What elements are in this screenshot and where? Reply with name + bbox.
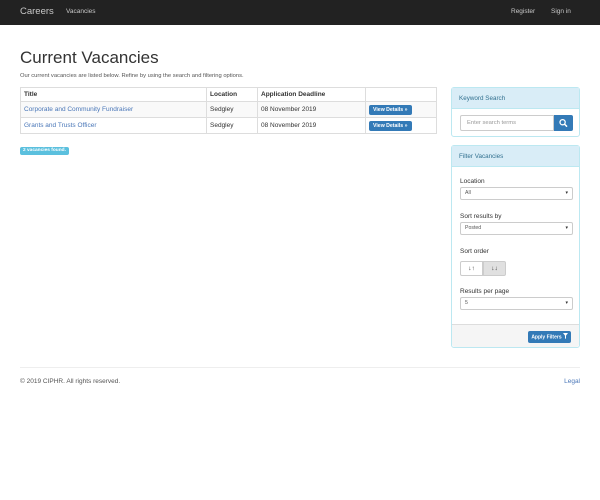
apply-filters-label: Apply Filters [531, 334, 562, 341]
table-cell-title: Grants and Trusts Officer [20, 117, 207, 134]
table-cell-title: Corporate and Community Fundraiser [20, 101, 207, 118]
sort-ascending-icon: ↓↑ [468, 265, 475, 272]
sort-by-label: Sort results by [460, 213, 502, 220]
column-header-location: Location [206, 87, 258, 102]
results-count-badge: 2 vacancies found. [20, 147, 69, 155]
search-icon [559, 118, 568, 127]
column-header-deadline: Application Deadline [257, 87, 366, 102]
view-details-button[interactable]: View Details » [369, 120, 412, 131]
table-row: Grants and Trusts Officer Sedgley 08 Nov… [20, 117, 437, 134]
location-select-value: All [465, 190, 471, 196]
filter-panel: Filter Vacancies Location All ▾ Sort res… [451, 145, 580, 348]
sort-by-select-value: Posted [465, 225, 482, 231]
chevron-down-icon: ▾ [565, 225, 568, 231]
table-cell-action: View Details » [365, 101, 437, 118]
keyword-search-panel: Keyword Search Enter search terms [451, 87, 580, 137]
sort-order-label: Sort order [460, 248, 489, 255]
per-page-select-value: 5 [465, 300, 468, 306]
sort-ascending-button[interactable]: ↓↑ [460, 261, 483, 276]
table-cell-deadline: 08 November 2019 [257, 101, 366, 118]
column-header-action [365, 87, 437, 102]
nav-register-link[interactable]: Register [511, 8, 535, 15]
navbar: Careers Vacancies Register Sign in [0, 0, 600, 25]
nav-signin-link[interactable]: Sign in [551, 8, 571, 15]
location-select[interactable]: All ▾ [460, 187, 573, 200]
page-title: Current Vacancies [20, 48, 159, 67]
footer-divider [20, 367, 580, 368]
vacancies-table: Title Location Application Deadline Corp… [20, 87, 437, 134]
table-cell-location: Sedgley [206, 101, 258, 118]
table-row: Corporate and Community Fundraiser Sedgl… [20, 101, 437, 118]
chevron-down-icon: ▾ [565, 300, 568, 306]
legal-link[interactable]: Legal [564, 378, 580, 385]
vacancy-title-link[interactable]: Corporate and Community Fundraiser [24, 106, 133, 113]
view-details-button[interactable]: View Details » [369, 104, 412, 115]
brand-link[interactable]: Careers [20, 6, 54, 17]
table-cell-deadline: 08 November 2019 [257, 117, 366, 134]
search-button[interactable] [554, 115, 573, 131]
column-header-title: Title [20, 87, 207, 102]
apply-filters-button[interactable]: Apply Filters [528, 331, 571, 343]
sort-descending-icon: ↓↓ [491, 265, 498, 272]
per-page-label: Results per page [460, 288, 510, 295]
table-cell-location: Sedgley [206, 117, 258, 134]
page-lead: Our current vacancies are listed below. … [20, 73, 244, 79]
sort-by-select[interactable]: Posted ▾ [460, 222, 573, 235]
filter-panel-footer: Apply Filters [452, 324, 579, 347]
nav-vacancies-link[interactable]: Vacancies [66, 8, 96, 15]
chevron-down-icon: ▾ [565, 190, 568, 196]
sort-descending-button[interactable]: ↓↓ [483, 261, 506, 276]
table-header-row: Title Location Application Deadline [20, 87, 437, 102]
location-label: Location [460, 178, 485, 185]
search-input[interactable]: Enter search terms [460, 115, 554, 131]
table-cell-action: View Details » [365, 117, 437, 134]
vacancy-title-link[interactable]: Grants and Trusts Officer [24, 122, 97, 129]
keyword-search-heading: Keyword Search [452, 88, 579, 109]
filter-icon [563, 333, 568, 339]
copyright-text: © 2019 CIPHR. All rights reserved. [20, 378, 121, 385]
per-page-select[interactable]: 5 ▾ [460, 297, 573, 310]
filter-heading: Filter Vacancies [452, 146, 579, 167]
